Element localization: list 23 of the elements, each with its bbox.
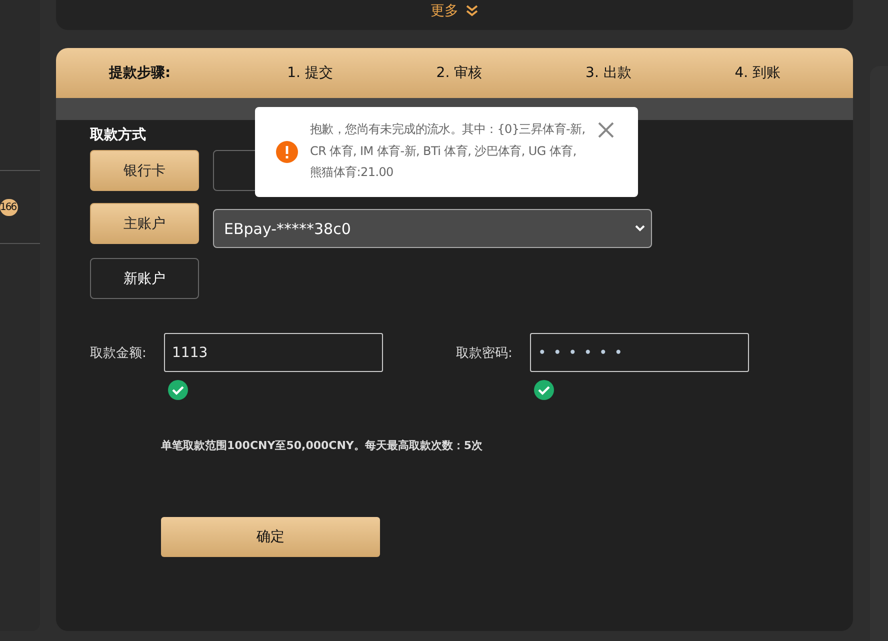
steps-title: 提款步骤: (108, 64, 172, 82)
section-title: 取款方式 (90, 127, 146, 143)
chevron-double-down-icon (464, 5, 478, 17)
step-label: 1. 提交 (286, 64, 334, 82)
step-label: 3. 出款 (584, 64, 632, 82)
field-label: 取款金额: (90, 344, 148, 362)
limit-note: 单笔取款范围100CNY至50,000CNY。每天最高取款次数：5次 (161, 438, 484, 453)
account-select[interactable]: EBpay-*****38c0 (213, 209, 652, 248)
warning-icon (276, 141, 298, 163)
toast-message: 抱歉，您尚有未完成的流水。其中：{0}三昇体育-新, CR 体育, IM 体育-新, BTi 体育, 沙巴体育, UG 体育, 熊猫体育:21.00 (310, 121, 586, 181)
account-button[interactable]: 新账户 (90, 258, 199, 299)
confirm-button[interactable]: 确定 (161, 517, 380, 557)
step-label: 2. 审核 (435, 64, 484, 82)
more-link[interactable]: 更多 (430, 2, 478, 30)
account-button[interactable]: 主账户 (90, 203, 199, 244)
field-label: 取款密码: (456, 344, 514, 362)
count-badge: 166 (0, 198, 18, 216)
chevron-down-icon (635, 225, 645, 232)
close-icon[interactable] (598, 122, 614, 138)
password-field[interactable]: •••••• (530, 333, 749, 372)
method-button[interactable]: 银行卡 (90, 150, 199, 191)
amount-field[interactable]: 1113 (164, 333, 383, 372)
step-label: 4. 到账 (734, 64, 782, 82)
